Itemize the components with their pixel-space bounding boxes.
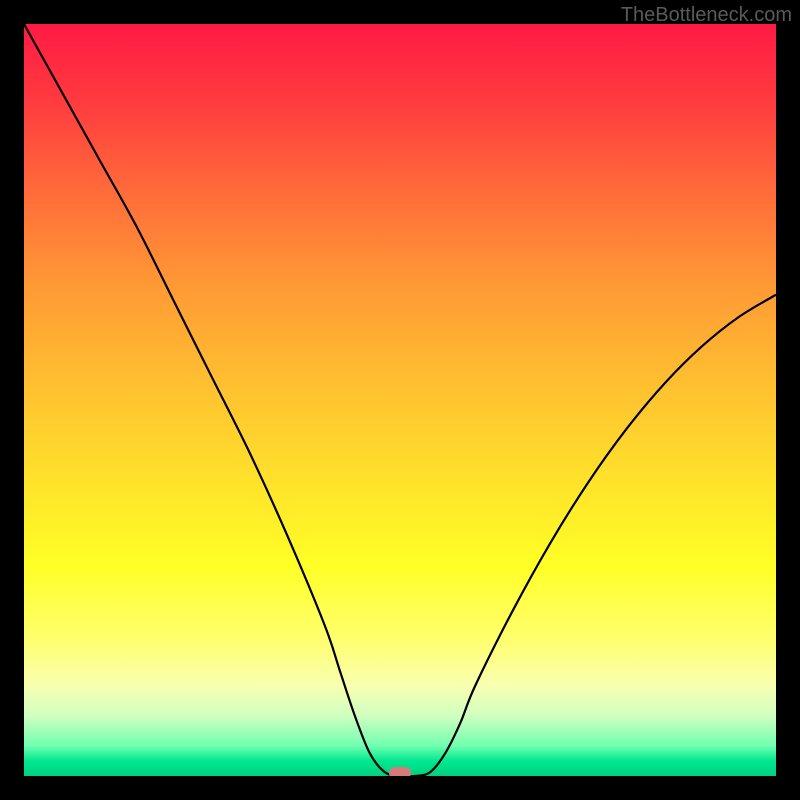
optimal-marker [389,767,411,776]
bottleneck-curve [24,24,776,776]
chart-plot-area [24,24,776,776]
curve-path [24,24,776,776]
watermark-text: TheBottleneck.com [621,4,792,27]
